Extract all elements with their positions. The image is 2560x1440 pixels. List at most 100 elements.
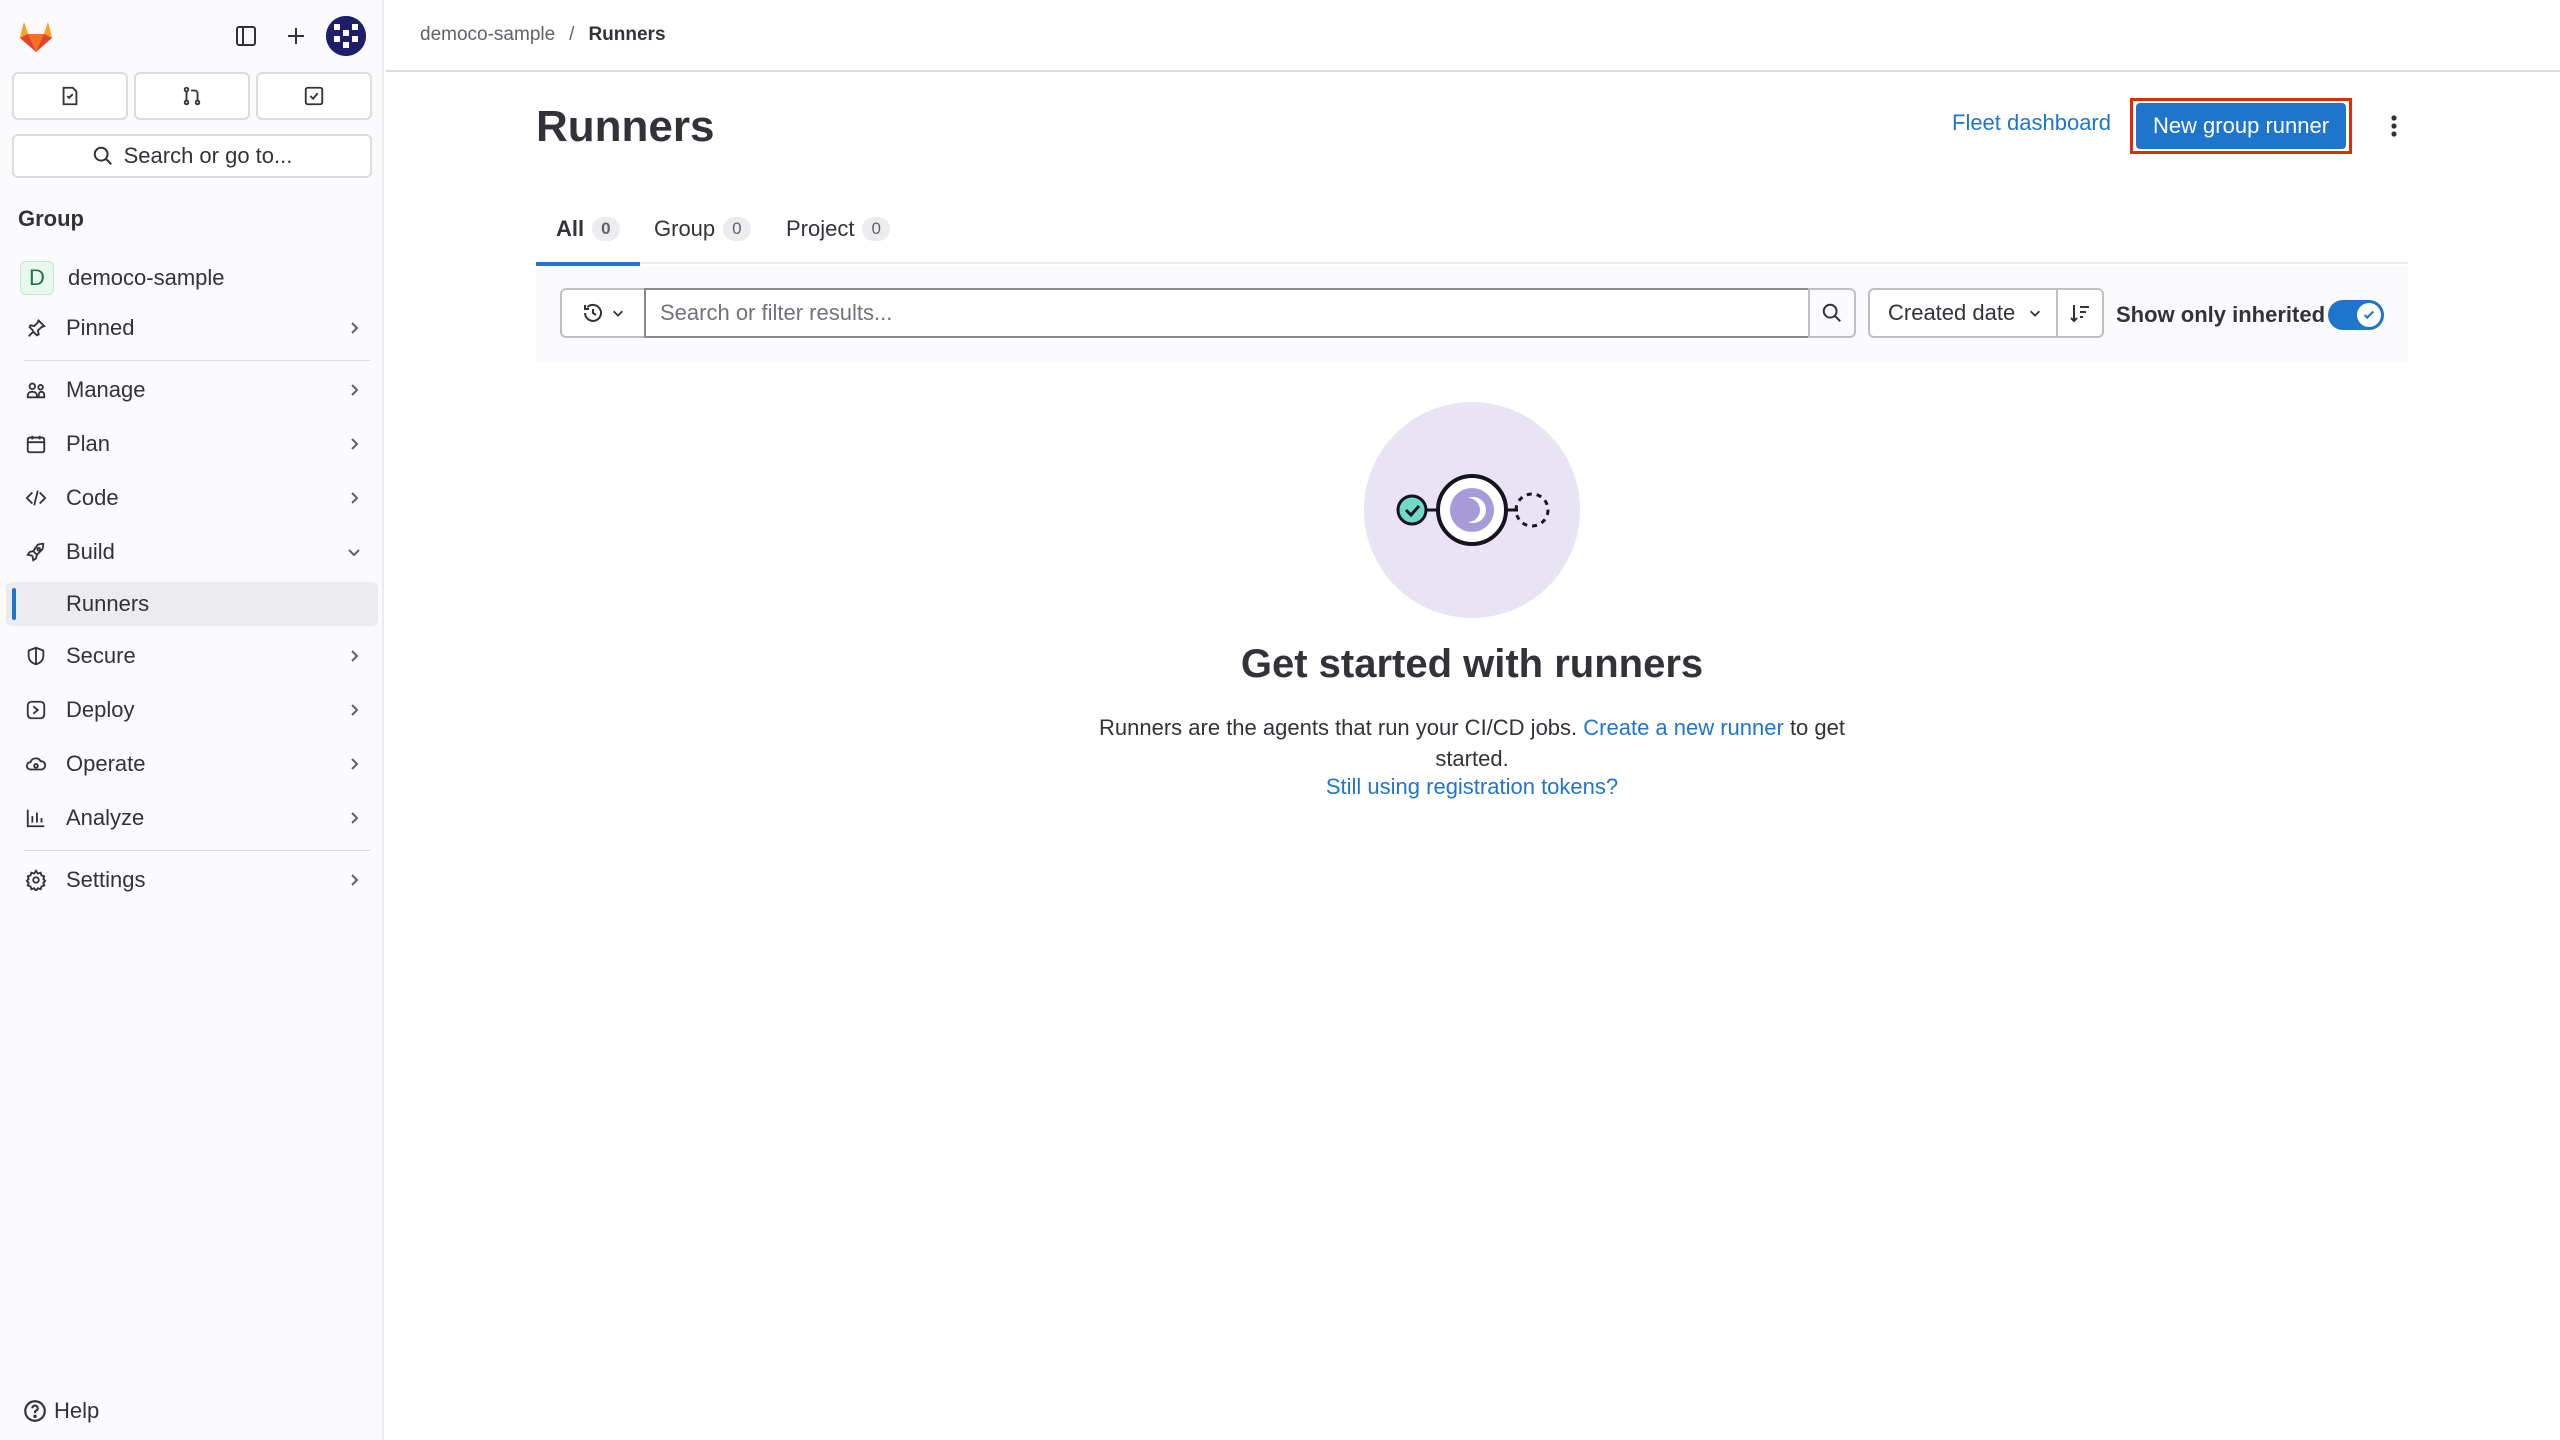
tab-count-badge: 0 xyxy=(592,217,620,241)
sidebar-item-build[interactable]: Build xyxy=(6,530,378,574)
sidebar-item-label: Analyze xyxy=(66,805,145,830)
chevron-right-icon xyxy=(344,754,364,774)
sidebar-divider xyxy=(24,850,370,851)
group-avatar: D xyxy=(20,261,54,295)
sidebar-group-link[interactable]: D democo-sample xyxy=(6,260,378,296)
registration-tokens-link[interactable]: Still using registration tokens? xyxy=(1326,774,1618,799)
issues-icon xyxy=(62,86,78,106)
tab-label: All xyxy=(556,216,585,241)
breadcrumb: democo-sample / Runners xyxy=(420,24,666,46)
sort-direction-button[interactable] xyxy=(2056,288,2104,338)
tab-group[interactable]: Group 0 xyxy=(654,194,751,264)
issues-tab[interactable] xyxy=(12,72,128,120)
gitlab-logo-icon[interactable] xyxy=(16,16,56,56)
group-name: democo-sample xyxy=(68,265,225,290)
recent-searches-button[interactable] xyxy=(560,288,644,338)
more-actions-icon[interactable] xyxy=(2374,106,2414,146)
sidebar-item-plan[interactable]: Plan xyxy=(6,422,378,466)
empty-state-description: Runners are the agents that run your CI/… xyxy=(1092,712,1852,774)
sidebar-item-label: Plan xyxy=(66,431,111,456)
sidebar-item-operate[interactable]: Operate xyxy=(6,742,378,786)
search-filter-input[interactable] xyxy=(644,288,1810,338)
show-inherited-toggle[interactable] xyxy=(2328,300,2384,330)
chevron-right-icon xyxy=(344,380,364,400)
sidebar-item-label: Operate xyxy=(66,751,146,776)
tab-count-badge: 0 xyxy=(862,217,890,241)
chevron-right-icon xyxy=(344,488,364,508)
show-inherited-label: Show only inherited xyxy=(2116,302,2326,327)
tab-project[interactable]: Project 0 xyxy=(786,194,890,264)
tab-label: Project xyxy=(786,216,855,241)
gear-icon xyxy=(24,868,48,892)
breadcrumb-separator: / xyxy=(569,24,575,45)
cloud-gear-icon xyxy=(24,752,48,776)
search-label: Search or go to... xyxy=(123,143,293,168)
help-label: Help xyxy=(54,1398,100,1423)
chevron-right-icon xyxy=(344,318,364,338)
search-icon xyxy=(1822,303,1841,322)
pin-icon xyxy=(24,316,48,340)
shield-icon xyxy=(24,644,48,668)
sidebar-item-label: Pinned xyxy=(66,315,135,340)
help-icon xyxy=(24,1400,46,1422)
sidebar-item-label: Deploy xyxy=(66,697,135,722)
breadcrumb-current[interactable]: Runners xyxy=(588,24,665,46)
chevron-right-icon xyxy=(344,646,364,666)
sort-field-label: Created date xyxy=(1888,300,2016,325)
tab-count-badge: 0 xyxy=(723,217,751,241)
collapse-sidebar-icon[interactable] xyxy=(226,16,266,56)
chart-icon xyxy=(24,806,48,830)
chevron-down-icon xyxy=(613,310,623,317)
chevron-right-icon xyxy=(344,434,364,454)
chevron-right-icon xyxy=(344,700,364,720)
sidebar-item-settings[interactable]: Settings xyxy=(6,858,378,902)
fleet-dashboard-link[interactable]: Fleet dashboard xyxy=(1952,110,2111,136)
create-runner-link[interactable]: Create a new runner xyxy=(1583,715,1784,740)
merge-request-icon xyxy=(183,86,201,106)
plus-icon[interactable] xyxy=(276,16,316,56)
tab-label: Group xyxy=(654,216,716,241)
sidebar-item-label: Manage xyxy=(66,377,146,402)
sidebar-top-bar xyxy=(0,12,384,60)
sidebar-item-label: Code xyxy=(66,485,119,510)
users-icon xyxy=(24,378,48,402)
sidebar-item-secure[interactable]: Secure xyxy=(6,634,378,678)
merge-requests-tab[interactable] xyxy=(134,72,250,120)
search-icon xyxy=(93,146,112,165)
empty-state-title: Get started with runners xyxy=(1240,642,1704,686)
registration-tokens-row: Still using registration tokens? xyxy=(536,774,2408,800)
help-button[interactable]: Help xyxy=(22,1398,99,1424)
search-button[interactable]: Search or go to... xyxy=(12,134,372,178)
left-sidebar: Search or go to... Group D democo-sample… xyxy=(0,0,384,1440)
sidebar-quick-tabs xyxy=(12,72,372,120)
sidebar-item-label: Runners xyxy=(66,591,150,616)
sort-field-dropdown[interactable]: Created date xyxy=(1868,288,2058,338)
tab-all[interactable]: All 0 xyxy=(536,194,640,266)
history-icon xyxy=(584,303,602,322)
calendar-icon xyxy=(24,432,48,456)
chevron-right-icon xyxy=(344,870,364,890)
user-avatar[interactable] xyxy=(326,16,366,56)
runners-illustration xyxy=(1364,402,1580,618)
sidebar-item-label: Build xyxy=(66,539,115,564)
sidebar-item-manage[interactable]: Manage xyxy=(6,368,378,412)
new-group-runner-button[interactable]: New group runner xyxy=(2136,103,2346,149)
breadcrumb-group-link[interactable]: democo-sample xyxy=(420,24,555,46)
todos-tab[interactable] xyxy=(256,72,372,120)
sidebar-divider xyxy=(24,360,370,361)
sidebar-item-label: Secure xyxy=(66,643,136,668)
sidebar-item-deploy[interactable]: Deploy xyxy=(6,688,378,732)
todo-icon xyxy=(304,86,324,106)
sidebar-item-runners[interactable]: Runners xyxy=(6,582,378,626)
rocket-icon xyxy=(24,540,48,564)
sidebar-item-pinned[interactable]: Pinned xyxy=(6,306,378,350)
chevron-right-icon xyxy=(344,808,364,828)
deploy-icon xyxy=(24,698,48,722)
new-runner-highlight: New group runner xyxy=(2130,98,2352,154)
sidebar-item-analyze[interactable]: Analyze xyxy=(6,796,378,840)
main-content: Runners Fleet dashboard New group runner… xyxy=(386,72,2560,1440)
chevron-down-icon xyxy=(2030,310,2040,317)
code-icon xyxy=(24,486,48,510)
sidebar-item-code[interactable]: Code xyxy=(6,476,378,520)
search-submit-button[interactable] xyxy=(1808,288,1856,338)
